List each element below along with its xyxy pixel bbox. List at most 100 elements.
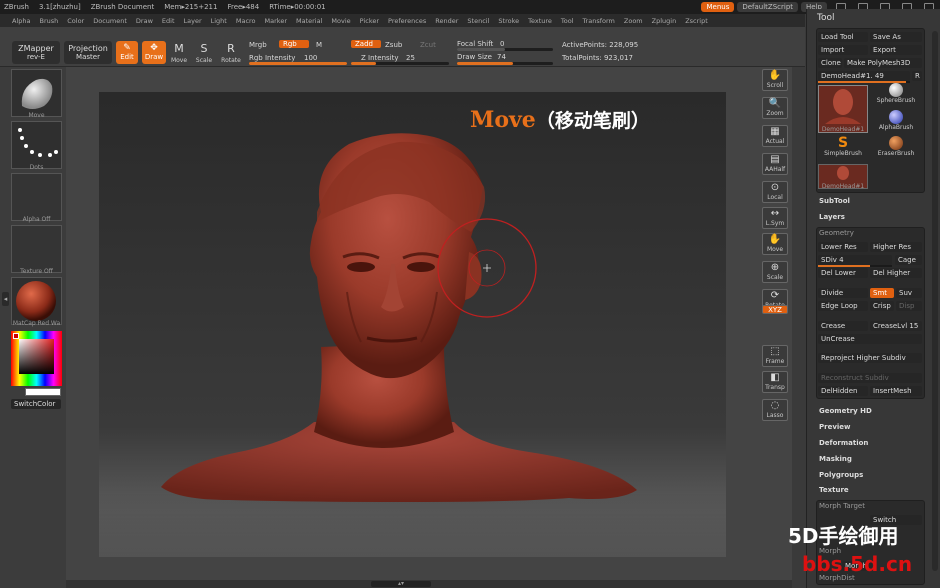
lsym-button[interactable]: ↔ L.Sym: [762, 207, 788, 229]
tool-thumb-simplebrush[interactable]: S SimpleBrush: [818, 136, 868, 162]
subtool-section[interactable]: SubTool: [819, 197, 850, 205]
layers-section[interactable]: Layers: [819, 213, 845, 221]
actual-button[interactable]: ▦ Actual: [762, 125, 788, 147]
menu-transform[interactable]: Transform: [583, 17, 615, 25]
menu-stencil[interactable]: Stencil: [467, 17, 489, 25]
geometry-section[interactable]: Geometry: [819, 229, 854, 237]
left-tray-toggle[interactable]: ◂: [2, 292, 9, 306]
zmapper-button[interactable]: ZMapper rev-E: [12, 41, 60, 64]
delhidden-button[interactable]: DelHidden: [818, 386, 868, 396]
menu-marker[interactable]: Marker: [265, 17, 287, 25]
crease-level-slider[interactable]: CreaseLvl 15: [870, 321, 922, 331]
reconstruct-button[interactable]: Reconstruct Subdiv: [818, 373, 922, 383]
divide-button[interactable]: Divide: [818, 288, 868, 298]
import-button[interactable]: Import: [818, 45, 868, 55]
texture-section[interactable]: Texture: [819, 486, 849, 494]
default-zscript-button[interactable]: DefaultZScript: [737, 2, 799, 12]
menu-zplugin[interactable]: Zplugin: [652, 17, 677, 25]
material-thumbnail[interactable]: [11, 277, 62, 325]
tool-thumb-demohead-2[interactable]: DemoHead#1: [818, 164, 868, 190]
projection-master-button[interactable]: Projection Master: [64, 41, 112, 64]
disp-button[interactable]: Disp: [896, 301, 922, 311]
menu-texture[interactable]: Texture: [528, 17, 552, 25]
switch-color-button[interactable]: SwitchColor: [11, 399, 61, 409]
rgb-intensity-slider[interactable]: [249, 62, 347, 65]
tool-thumb-eraserbrush[interactable]: EraserBrush: [871, 136, 921, 162]
geometry-hd-section[interactable]: Geometry HD: [819, 407, 872, 415]
z-intensity-slider[interactable]: [351, 62, 449, 65]
export-button[interactable]: Export: [870, 45, 922, 55]
current-tool-slider[interactable]: DemoHead#1. 49: [818, 71, 910, 83]
crease-button[interactable]: Crease: [818, 321, 868, 331]
mrgb-toggle[interactable]: Mrgb: [249, 41, 267, 49]
brush-thumbnail[interactable]: [11, 69, 62, 117]
menu-picker[interactable]: Picker: [360, 17, 379, 25]
menu-edit[interactable]: Edit: [162, 17, 175, 25]
menu-brush[interactable]: Brush: [39, 17, 58, 25]
reproject-button[interactable]: Reproject Higher Subdiv: [818, 353, 922, 363]
draw-button[interactable]: ✥ Draw: [142, 41, 166, 64]
make-polymesh-button[interactable]: Make PolyMesh3D: [844, 58, 922, 68]
menu-stroke[interactable]: Stroke: [498, 17, 519, 25]
draw-size-slider[interactable]: [457, 62, 553, 65]
color-picker[interactable]: [11, 331, 62, 386]
tool-panel-scrollbar[interactable]: [932, 31, 938, 571]
rgb-toggle[interactable]: Rgb: [279, 40, 309, 48]
zcut-toggle[interactable]: Zcut: [420, 41, 436, 49]
preview-section[interactable]: Preview: [819, 423, 851, 431]
edit-button[interactable]: ✎ Edit: [116, 41, 138, 64]
secondary-color-swatch[interactable]: [25, 388, 61, 396]
texture-thumbnail[interactable]: [11, 225, 62, 273]
suv-toggle[interactable]: Suv: [896, 288, 922, 298]
zoom-button[interactable]: 🔍 Zoom: [762, 97, 788, 119]
edge-loop-button[interactable]: Edge Loop: [818, 301, 868, 311]
load-tool-button[interactable]: Load Tool: [818, 32, 868, 42]
menu-macro[interactable]: Macro: [236, 17, 256, 25]
menu-render[interactable]: Render: [435, 17, 458, 25]
tool-thumb-alphabrush[interactable]: AlphaBrush: [871, 110, 921, 136]
del-lower-button[interactable]: Del Lower: [818, 268, 868, 278]
zadd-toggle[interactable]: Zadd: [351, 40, 381, 48]
m-toggle[interactable]: M: [316, 41, 322, 49]
deformation-section[interactable]: Deformation: [819, 439, 868, 447]
transp-button[interactable]: ◧ Transp: [762, 371, 788, 393]
morph-target-section[interactable]: Morph Target: [819, 502, 865, 510]
menu-material[interactable]: Material: [296, 17, 322, 25]
menu-preferences[interactable]: Preferences: [388, 17, 426, 25]
smt-toggle[interactable]: Smt: [870, 288, 894, 298]
menu-zscript[interactable]: Zscript: [685, 17, 708, 25]
menu-document[interactable]: Document: [93, 17, 127, 25]
sdiv-slider[interactable]: SDiv 4: [818, 255, 892, 265]
document-canvas[interactable]: [99, 92, 726, 557]
menu-light[interactable]: Light: [211, 17, 227, 25]
uncrease-button[interactable]: UnCrease: [818, 334, 922, 344]
stroke-thumbnail[interactable]: [11, 121, 62, 169]
r-button[interactable]: R: [912, 71, 922, 81]
xyz-toggle[interactable]: XYZ: [762, 305, 788, 314]
scroll-button[interactable]: ✋ Scroll: [762, 69, 788, 91]
crisp-button[interactable]: Crisp: [870, 301, 894, 311]
save-as-button[interactable]: Save As: [870, 32, 922, 42]
polygroups-section[interactable]: Polygroups: [819, 471, 863, 479]
move-button[interactable]: ✋ Move: [762, 233, 788, 255]
clone-button[interactable]: Clone: [818, 58, 842, 68]
scale-button[interactable]: ⊕ Scale: [762, 261, 788, 283]
zsub-toggle[interactable]: Zsub: [385, 41, 402, 49]
menu-alpha[interactable]: Alpha: [12, 17, 30, 25]
local-button[interactable]: ⊙ Local: [762, 181, 788, 203]
frame-button[interactable]: ⬚ Frame: [762, 345, 788, 367]
menu-draw[interactable]: Draw: [136, 17, 153, 25]
menu-movie[interactable]: Movie: [331, 17, 350, 25]
menu-color[interactable]: Color: [67, 17, 84, 25]
menu-zoom[interactable]: Zoom: [624, 17, 643, 25]
del-higher-button[interactable]: Del Higher: [870, 268, 922, 278]
insertmesh-button[interactable]: InsertMesh: [870, 386, 922, 396]
rotate-tool-button[interactable]: R Rotate: [220, 41, 242, 69]
cage-button[interactable]: Cage: [895, 255, 922, 265]
alpha-thumbnail[interactable]: [11, 173, 62, 221]
color-picker-square[interactable]: [19, 339, 54, 374]
lower-res-button[interactable]: Lower Res: [818, 242, 868, 252]
tool-thumb-demohead[interactable]: DemoHead#1: [818, 85, 868, 133]
lasso-button[interactable]: ◌ Lasso: [762, 399, 788, 421]
menu-tool[interactable]: Tool: [561, 17, 574, 25]
